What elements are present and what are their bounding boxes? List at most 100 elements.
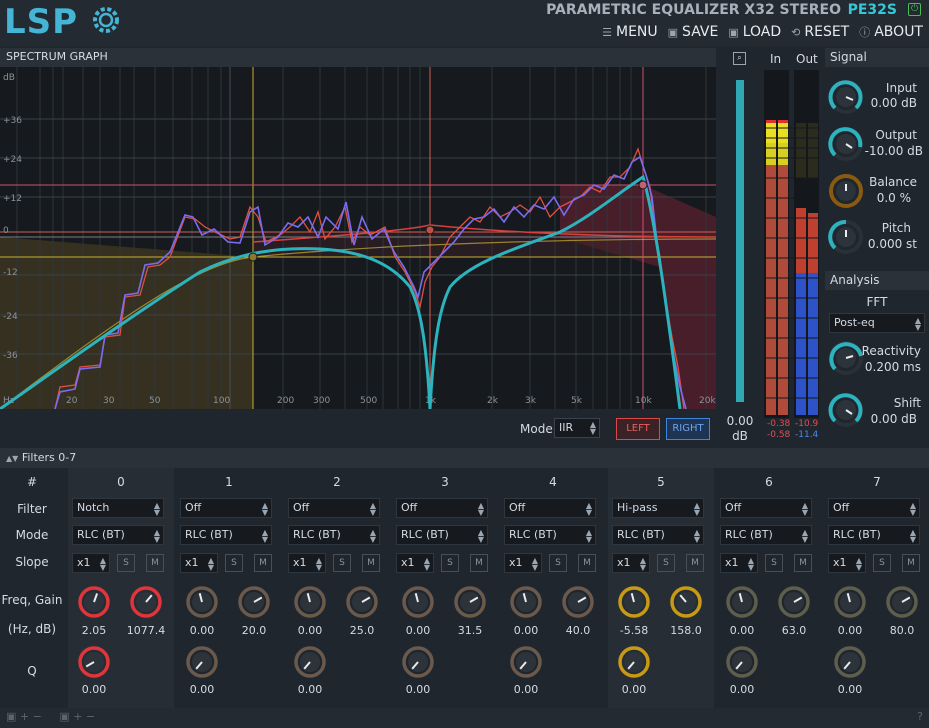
mode-select[interactable]: IIR ▲ ▼: [554, 418, 600, 438]
band-number: 0: [117, 475, 125, 489]
add-group-icon[interactable]: ▣ + −: [59, 710, 95, 723]
band-mode-select[interactable]: RLC (BT) ▲ ▼: [612, 525, 704, 545]
row-label-num: #: [26, 475, 38, 489]
help-icon[interactable]: ?: [917, 710, 923, 723]
band-slope-select[interactable]: x1 ▲ ▼: [180, 553, 218, 573]
reactivity-knob-control[interactable]: [829, 341, 863, 375]
band-mute-button[interactable]: M: [362, 554, 380, 572]
band-freq-knob[interactable]: [834, 586, 866, 618]
band-mode-select[interactable]: RLC (BT) ▲ ▼: [828, 525, 920, 545]
band-q-knob[interactable]: [78, 646, 110, 678]
band-mute-button[interactable]: M: [902, 554, 920, 572]
band-solo-button[interactable]: S: [225, 554, 243, 572]
band-mute-button[interactable]: M: [146, 554, 164, 572]
zoom-icon[interactable]: ⌕: [733, 52, 746, 65]
band-gain-knob[interactable]: [670, 586, 702, 618]
band-q-knob[interactable]: [294, 646, 326, 678]
band-q-knob[interactable]: [402, 646, 434, 678]
band-freq-knob[interactable]: [78, 586, 110, 618]
band-number: 4: [549, 475, 557, 489]
band-filter-select[interactable]: Off ▲ ▼: [720, 498, 812, 518]
freq-label: 100: [213, 396, 230, 406]
band-filter-select[interactable]: Off ▲ ▼: [180, 498, 272, 518]
lsp-logo[interactable]: LSP: [4, 2, 121, 42]
filter-notch-handle[interactable]: [425, 225, 435, 235]
band-mode-select[interactable]: RLC (BT) ▲ ▼: [396, 525, 488, 545]
band-q-knob[interactable]: [510, 646, 542, 678]
band-gain-knob[interactable]: [130, 586, 162, 618]
band-solo-button[interactable]: S: [873, 554, 891, 572]
input-label: Input: [885, 81, 917, 95]
band-freq-knob[interactable]: [618, 586, 650, 618]
band-freq-knob[interactable]: [510, 586, 542, 618]
band-solo-button[interactable]: S: [765, 554, 783, 572]
band-gain-knob[interactable]: [778, 586, 810, 618]
band-mode-select[interactable]: RLC (BT) ▲ ▼: [180, 525, 272, 545]
power-button[interactable]: ⏻: [908, 3, 921, 16]
menu-button[interactable]: ☰ MENU: [602, 24, 658, 40]
band-mode-select[interactable]: RLC (BT) ▲ ▼: [72, 525, 164, 545]
left-channel-button[interactable]: LEFT: [616, 418, 660, 440]
band-freq-value: 2.05: [81, 624, 107, 637]
pitch-knob-control[interactable]: [829, 220, 863, 254]
band-filter-select[interactable]: Hi-pass ▲ ▼: [612, 498, 704, 518]
freq-label: 30: [103, 396, 115, 406]
about-button[interactable]: ⓘ ABOUT: [859, 24, 923, 40]
shift-knob-control[interactable]: [829, 393, 863, 427]
band-slope-select[interactable]: x1 ▲ ▼: [396, 553, 434, 573]
save-button[interactable]: ▣ SAVE: [668, 24, 719, 40]
band-gain-knob[interactable]: [886, 586, 918, 618]
band-slope-select[interactable]: x1 ▲ ▼: [288, 553, 326, 573]
band-freq-knob[interactable]: [186, 586, 218, 618]
band-q-knob[interactable]: [726, 646, 758, 678]
band-slope-select[interactable]: x1 ▲ ▼: [504, 553, 542, 573]
band-q-knob[interactable]: [834, 646, 866, 678]
band-gain-knob[interactable]: [454, 586, 486, 618]
band-gain-knob[interactable]: [238, 586, 270, 618]
band-q-knob[interactable]: [186, 646, 218, 678]
right-channel-button[interactable]: RIGHT: [666, 418, 710, 440]
band-mute-button[interactable]: M: [794, 554, 812, 572]
band-filter-select[interactable]: Off ▲ ▼: [828, 498, 920, 518]
band-solo-button[interactable]: S: [657, 554, 675, 572]
band-slope-select[interactable]: x1 ▲ ▼: [720, 553, 758, 573]
band-slope-select[interactable]: x1 ▲ ▼: [612, 553, 650, 573]
band-q-value: 0.00: [405, 683, 431, 696]
band-gain-value: 31.5: [457, 624, 483, 637]
band-solo-button[interactable]: S: [333, 554, 351, 572]
band-mute-button[interactable]: M: [254, 554, 272, 572]
add-panel-icon[interactable]: ▣ + −: [6, 710, 42, 723]
load-button[interactable]: ▣ LOAD: [728, 24, 781, 40]
filters-header[interactable]: ▲▼ Filters 0-7: [0, 448, 929, 468]
band-freq-knob[interactable]: [294, 586, 326, 618]
balance-knob-control[interactable]: [829, 174, 863, 208]
db-label: 0: [3, 226, 9, 236]
band-q-knob[interactable]: [618, 646, 650, 678]
filter-hp-handle[interactable]: [638, 180, 648, 190]
output-knob-control[interactable]: [829, 127, 863, 161]
band-slope-select[interactable]: x1 ▲ ▼: [828, 553, 866, 573]
filter-0-handle[interactable]: [248, 252, 258, 262]
reset-button[interactable]: ⟲ RESET: [791, 24, 849, 40]
band-mute-button[interactable]: M: [686, 554, 704, 572]
zoom-slider[interactable]: [736, 80, 744, 402]
input-knob-control[interactable]: [829, 80, 863, 114]
band-gain-knob[interactable]: [562, 586, 594, 618]
band-mute-button[interactable]: M: [470, 554, 488, 572]
band-freq-knob[interactable]: [402, 586, 434, 618]
band-solo-button[interactable]: S: [549, 554, 567, 572]
band-freq-knob[interactable]: [726, 586, 758, 618]
band-mode-select[interactable]: RLC (BT) ▲ ▼: [288, 525, 380, 545]
band-filter-select[interactable]: Off ▲ ▼: [504, 498, 596, 518]
spectrum-graph[interactable]: dB +36 +24 +12 0 -12 -24 -36 Hz 20 30 50…: [0, 67, 716, 409]
band-solo-button[interactable]: S: [117, 554, 135, 572]
band-slope-select[interactable]: x1 ▲ ▼: [72, 553, 110, 573]
band-filter-select[interactable]: Off ▲ ▼: [396, 498, 488, 518]
band-mode-select[interactable]: RLC (BT) ▲ ▼: [720, 525, 812, 545]
band-filter-select[interactable]: Off ▲ ▼: [288, 498, 380, 518]
band-gain-knob[interactable]: [346, 586, 378, 618]
band-solo-button[interactable]: S: [441, 554, 459, 572]
band-filter-select[interactable]: Notch ▲ ▼: [72, 498, 164, 518]
band-mode-select[interactable]: RLC (BT) ▲ ▼: [504, 525, 596, 545]
band-mute-button[interactable]: M: [578, 554, 596, 572]
